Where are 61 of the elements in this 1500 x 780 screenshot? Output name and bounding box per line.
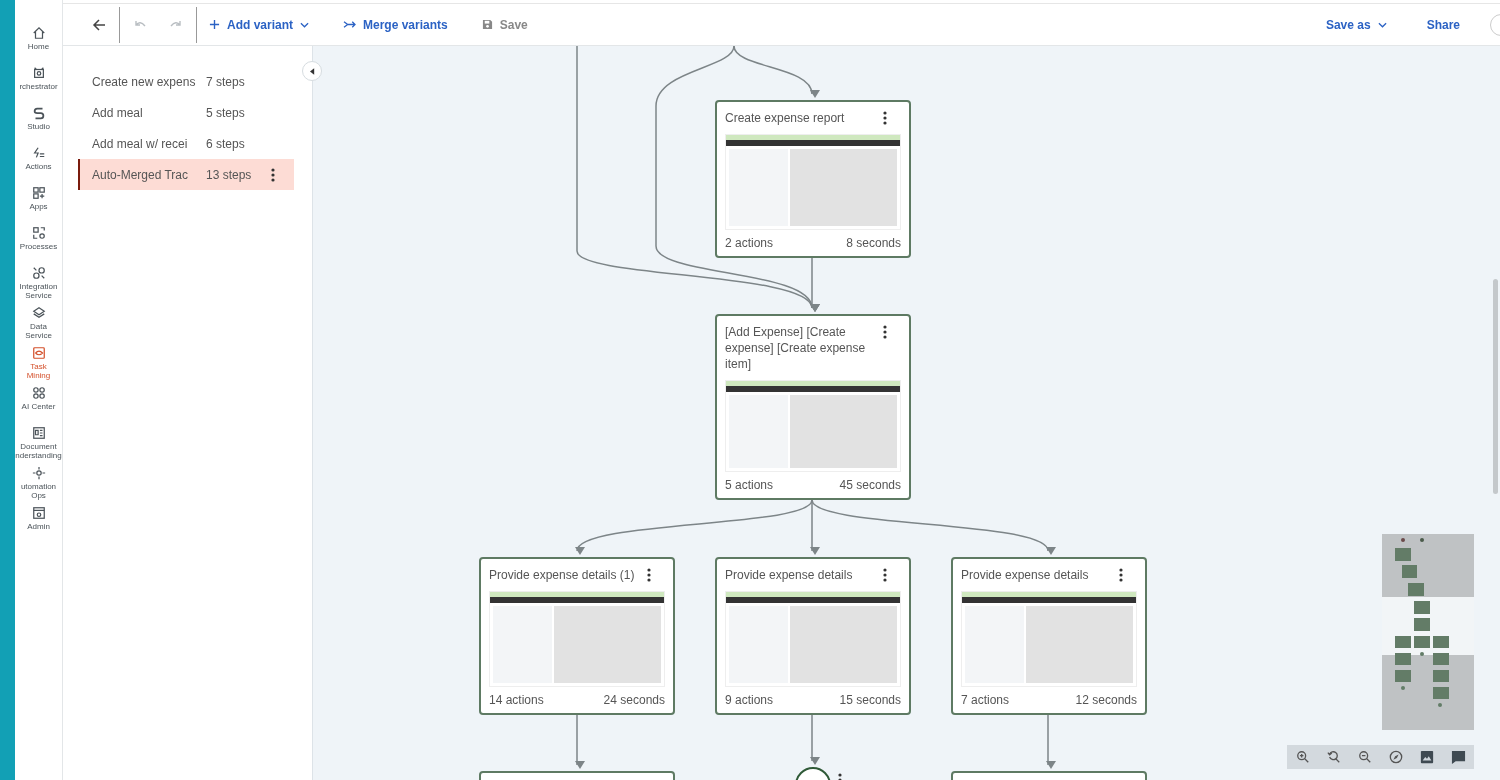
nav-label: Data Service	[25, 322, 52, 340]
step-title: [Add Expense] [Create expense] [Create expense item]	[725, 324, 867, 372]
nav-label: Document nderstanding	[15, 442, 62, 460]
nav-label: Studio	[27, 122, 50, 131]
variant-name: Add meal	[92, 105, 144, 120]
add-button[interactable]: Add variant	[199, 11, 319, 38]
step-count: 13 steps	[206, 167, 252, 182]
action-count: 7 actions	[961, 693, 1010, 707]
step-count: 6 steps	[206, 136, 245, 151]
step-duration: 45 seconds	[839, 478, 901, 492]
share-button[interactable]: Share	[1416, 11, 1470, 38]
nav-label: Admin	[27, 522, 50, 531]
nav-item[interactable]: Home	[15, 26, 62, 62]
step-duration: 8 seconds	[846, 236, 901, 250]
nav-label: utomation Ops	[20, 482, 57, 500]
variant-item[interactable]: Create new expens 7 steps	[78, 66, 294, 97]
nav-item[interactable]: Apps	[15, 186, 62, 222]
save-as-dropdown[interactable]: Save as	[1315, 11, 1397, 38]
step-card[interactable]: Provide expense details 9 actions 15 seconds	[715, 557, 911, 715]
nav-item[interactable]: rchestrator	[15, 66, 62, 102]
nav-label: Apps	[29, 202, 48, 211]
nav-item[interactable]: utomation Ops	[15, 466, 62, 502]
step-duration: 15 seconds	[839, 693, 901, 707]
variant-name: Auto-Merged Trac	[92, 167, 190, 182]
nav-item[interactable]: Integration Service	[15, 266, 62, 302]
step-title: Provide expense details	[725, 567, 853, 583]
variant-item[interactable]: Add meal w/ recei 6 steps	[78, 128, 294, 159]
step-card[interactable]: Provide expense details 7 actions 12 seconds	[951, 557, 1147, 715]
nav-label: Integration Service	[19, 282, 58, 300]
step-duration: 24 seconds	[603, 693, 665, 707]
nav-label: Task Mining	[26, 362, 51, 380]
nav-label: Home	[27, 42, 50, 51]
merge-button[interactable]: Merge variants	[333, 11, 458, 38]
step-title: Provide expense details	[961, 567, 1089, 583]
nav-item[interactable]: Processes	[15, 226, 62, 262]
step-duration: 12 seconds	[1075, 693, 1137, 707]
step-count: 7 steps	[206, 74, 245, 89]
step-card[interactable]: Provide expense details (1) 14 actions 24 seconds	[479, 557, 675, 715]
step-count: 5 steps	[206, 105, 245, 120]
nav-label: Actions	[25, 162, 52, 171]
nav-item[interactable]: Admin	[15, 506, 62, 542]
nav-label: Processes	[19, 242, 58, 251]
nav-label: rchestrator	[19, 82, 58, 91]
action-count: 9 actions	[725, 693, 774, 707]
variant-item[interactable]: Add meal 5 steps	[78, 97, 294, 128]
nav-item[interactable]: Data Service	[15, 306, 62, 342]
action-count: 14 actions	[489, 693, 544, 707]
step-title: Provide expense details (1)	[489, 567, 635, 583]
nav-item[interactable]: Actions	[15, 146, 62, 182]
variant-item[interactable]: Auto-Merged Trac 13 steps	[78, 159, 294, 190]
step-card[interactable]: [Add Expense] [Create expense] [Create expense item] 5 actions 45 seconds	[715, 314, 911, 500]
nav-item[interactable]: Studio	[15, 106, 62, 142]
variant-name: Add meal w/ recei	[92, 136, 189, 151]
action-count: 5 actions	[725, 478, 774, 492]
nav-item[interactable]: Task Mining	[15, 346, 62, 382]
variant-name: Create new expens	[92, 74, 197, 89]
action-count: 2 actions	[725, 236, 774, 250]
nav-item[interactable]: AI Center	[15, 386, 62, 422]
step-title: Create expense report	[725, 110, 845, 126]
nav-label: AI Center	[21, 402, 56, 411]
nav-item[interactable]: Document nderstanding	[15, 426, 62, 462]
